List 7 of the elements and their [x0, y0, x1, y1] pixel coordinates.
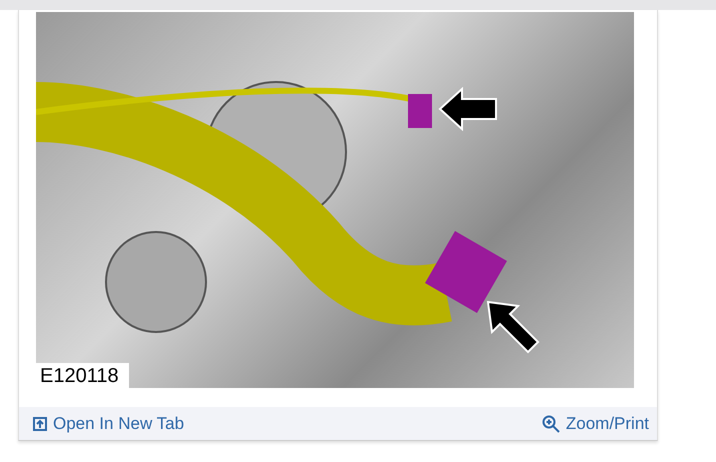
zoom-print-link[interactable]: Zoom/Print	[542, 414, 649, 434]
zoom-in-icon	[542, 414, 560, 432]
arrow-icon	[438, 87, 498, 131]
open-in-new-tab-link[interactable]: Open In New Tab	[33, 414, 184, 434]
figure-label: E120118	[36, 363, 129, 388]
open-tab-icon	[33, 416, 47, 430]
arrow-icon	[486, 300, 542, 356]
